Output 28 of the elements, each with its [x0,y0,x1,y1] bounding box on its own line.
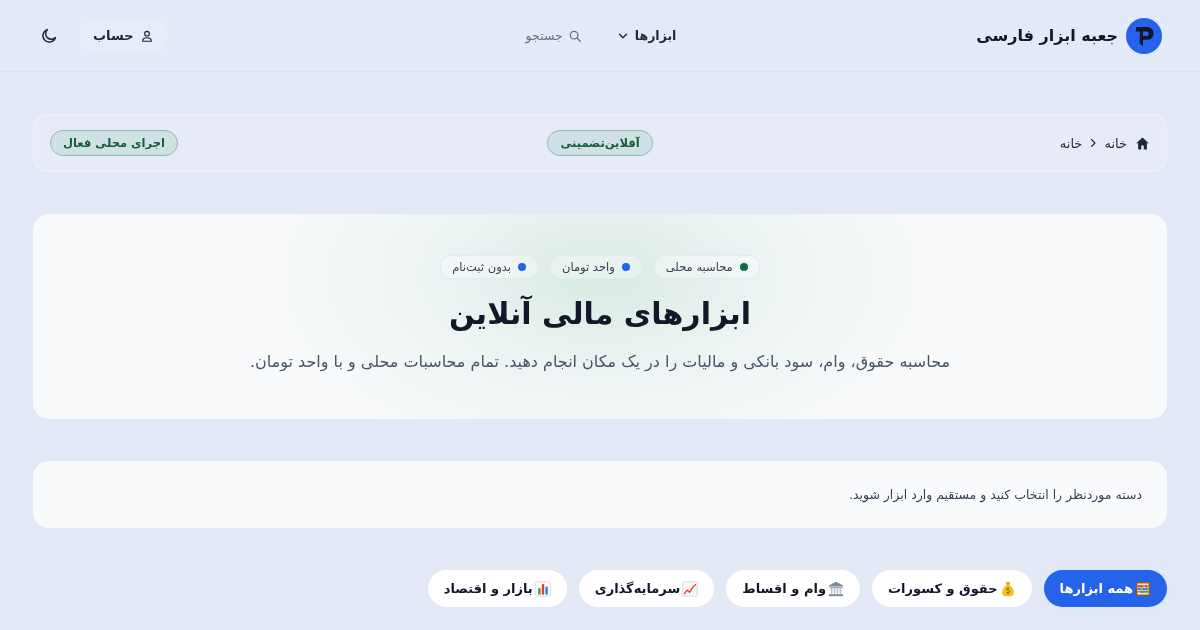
status-badge: اجرای محلی فعال [50,130,178,156]
hero-description: محاسبه حقوق، وام، سود بانکی و مالیات را در یک مکان انجام دهید. تمام محاسبات محلی و با واحد تومان. [250,351,951,374]
breadcrumb-link[interactable]: خانه [1104,135,1127,151]
feature-label: بدون ثبت‌نام [452,260,511,274]
moon-icon[interactable] [40,26,58,45]
brand-name[interactable]: جعبه ابزار فارسی [976,26,1118,45]
category-tab[interactable]: همه ابزارها [1043,570,1167,607]
category-tab[interactable]: سرمایه‌گذاری [578,570,715,607]
feature-label: محاسبه محلی [665,260,733,274]
user-icon [139,28,154,43]
info-text: دسته موردنظر را انتخاب کنید و مستقیم وارد ابزار شوید. [848,487,1142,502]
category-tab[interactable]: وام و اقساط [726,570,860,607]
abacus-icon [1135,580,1151,597]
tools-menu[interactable]: ابزارها [613,24,679,47]
feature-label: واحد تومان [561,260,615,274]
bar-chart-icon [534,580,551,597]
breadcrumb-current: خانه [1059,135,1083,151]
status-badge: آفلاین‌تضمینی [547,130,653,156]
hero-title: ابزارهای مالی آنلاین [448,294,752,333]
home-icon[interactable] [1135,135,1150,151]
search-icon [567,28,582,43]
bank-building-icon [828,580,844,597]
search-link[interactable]: جستجو [523,24,584,47]
category-tab[interactable]: حقوق و کسورات [872,570,1032,607]
category-tab[interactable]: بازار و اقتصاد [427,570,567,607]
money-bag-icon [999,580,1016,597]
rising-chart-icon [682,580,699,597]
logo-icon[interactable] [1126,17,1162,54]
